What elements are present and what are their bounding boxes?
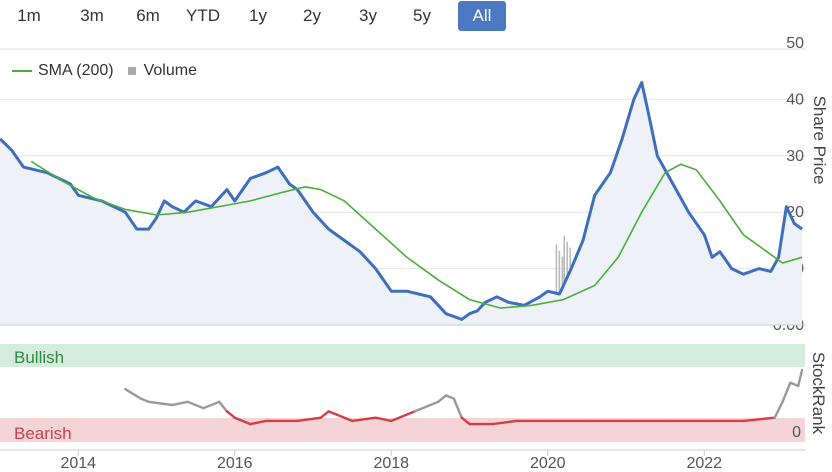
stockrank-segment <box>147 400 174 407</box>
stockrank-segment <box>217 400 229 413</box>
stockrank-segment <box>781 381 792 404</box>
x-axis-tick-label: 2016 <box>217 455 253 472</box>
sma-legend-label[interactable]: SMA (200) <box>38 62 114 80</box>
price-area <box>0 82 803 325</box>
x-axis-tick-label: 2022 <box>686 455 722 472</box>
stockrank-segment <box>773 400 784 419</box>
sma-legend-swatch <box>12 70 32 72</box>
range-button-3y[interactable]: 3y <box>348 1 388 31</box>
range-button-ytd[interactable]: YTD <box>180 1 226 31</box>
x-axis-tick-label: 2020 <box>530 455 566 472</box>
bearish-label: Bearish <box>14 424 72 443</box>
volume-legend-swatch <box>127 67 136 75</box>
stockrank-segment <box>124 387 143 400</box>
legend: SMA (200) Volume <box>12 60 197 82</box>
range-button-2y[interactable]: 2y <box>292 1 332 31</box>
rank-axis-tick: 0 <box>792 424 801 441</box>
rank-axis-label: StockRank <box>809 352 828 435</box>
stockrank-segment <box>319 410 330 419</box>
stockrank-segment <box>186 400 205 410</box>
range-button-5y[interactable]: 5y <box>402 1 442 31</box>
bullish-band <box>0 344 805 367</box>
stockrank-segment <box>170 400 190 407</box>
stockrank-segment <box>789 381 800 388</box>
stockrank-segment <box>452 397 463 419</box>
stockrank-segment <box>139 397 150 404</box>
price-axis-tick: 50 <box>786 35 804 52</box>
price-axis-tick: 30 <box>786 148 804 165</box>
stockrank-segment <box>225 410 236 419</box>
range-button-1y[interactable]: 1y <box>240 1 276 31</box>
bullish-label: Bullish <box>14 348 64 367</box>
stockrank-segment <box>413 400 440 413</box>
stockrank-segment <box>202 400 221 410</box>
stockrank-segment <box>444 394 456 400</box>
price-axis-tick: 40 <box>786 91 804 108</box>
range-button-6m[interactable]: 6m <box>126 1 170 31</box>
volume-legend-label[interactable]: Volume <box>144 62 197 80</box>
stockrank-segment <box>437 394 448 404</box>
range-button-3m[interactable]: 3m <box>72 1 112 31</box>
price-axis-label: Share Price <box>810 96 829 185</box>
range-button-1m[interactable]: 1m <box>10 1 48 31</box>
x-axis-tick-label: 2018 <box>373 455 409 472</box>
x-axis-tick-label: 2014 <box>60 455 96 472</box>
range-selector: 1m 3m 6m YTD 1y 2y 3y 5y All <box>0 0 520 34</box>
range-button-all[interactable]: All <box>458 1 506 31</box>
stockrank-segment <box>796 368 804 388</box>
